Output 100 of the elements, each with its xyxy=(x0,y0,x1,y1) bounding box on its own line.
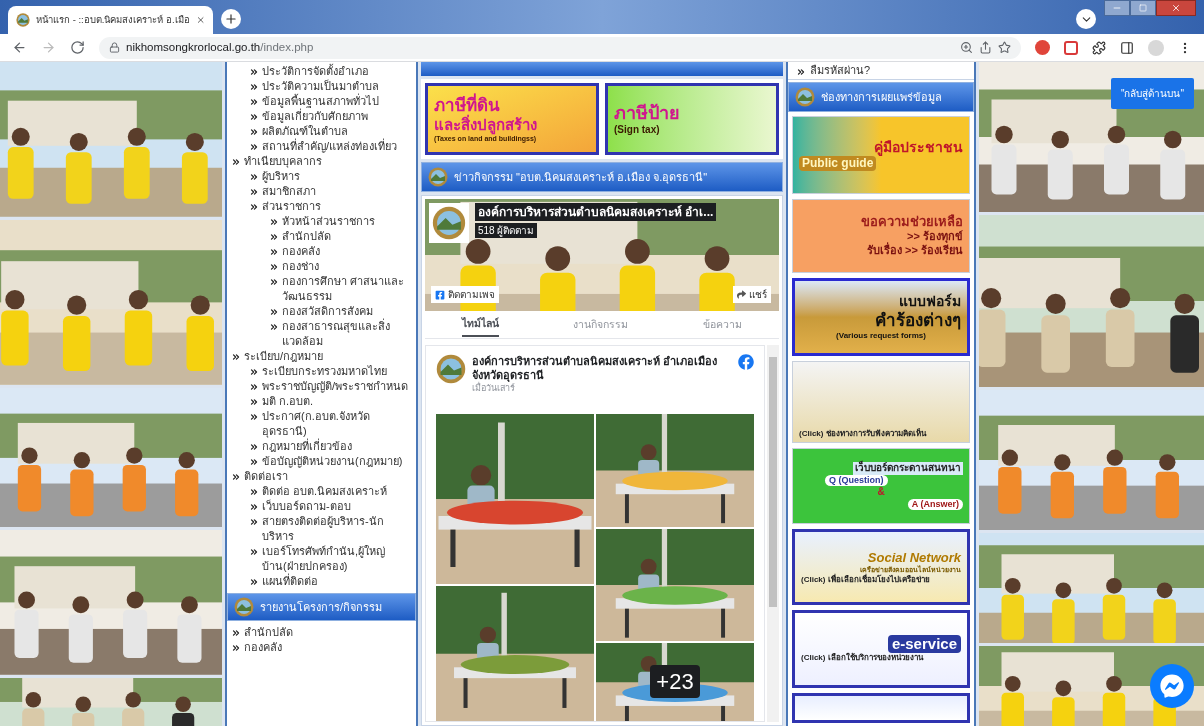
banner-text: Social Network xyxy=(867,549,961,565)
banner-text: ขอความช่วยเหลือ xyxy=(861,214,963,230)
scrollbar[interactable] xyxy=(767,345,779,722)
double-chevron-icon xyxy=(249,442,259,452)
emblem-icon xyxy=(16,13,30,27)
post-time: เมื่อวันเสาร์ xyxy=(472,382,516,395)
side-panel-icon[interactable] xyxy=(1120,40,1134,55)
back-to-top-button[interactable]: "กลับสู่ด้านบน" xyxy=(1110,78,1194,109)
banner-text: Public guide xyxy=(799,156,877,172)
double-chevron-icon xyxy=(796,67,806,77)
follower-count: 518 ผู้ติดตาม xyxy=(475,223,538,238)
banner-link[interactable]: ขอความช่วยเหลือ >> ร้องทุกข์ รับเรื่อง >> ร้องเรียน xyxy=(792,199,970,273)
zoom-icon[interactable] xyxy=(960,41,973,54)
menu-link[interactable]: พระราชบัญญัติ/พระราชกำหนด xyxy=(262,379,409,394)
more-photos-count[interactable]: +23 xyxy=(650,665,700,699)
banner-link[interactable] xyxy=(792,693,970,723)
tab-search-button[interactable] xyxy=(1076,9,1096,29)
page-avatar[interactable] xyxy=(429,203,469,243)
banner-link[interactable]: เว็บบอร์ดกระดานสนทนา Q (Question) & A (Answer) xyxy=(792,448,970,524)
menu-link[interactable]: เว็บบอร์ดถาม-ตอบ xyxy=(262,499,351,514)
double-chevron-icon xyxy=(269,232,279,242)
forgot-password-link[interactable]: ลืมรหัสผ่าน? xyxy=(810,62,871,79)
menu-link[interactable]: สถานที่สำคัญ/แหล่งท่องเที่ยว xyxy=(262,139,398,154)
share-button[interactable]: แชร์ xyxy=(733,286,771,303)
banner-text: (Various request forms) xyxy=(836,331,926,342)
banner-link[interactable]: ภาษีป้าย (Sign tax) xyxy=(605,83,779,155)
menu-link[interactable]: กองคลัง xyxy=(282,244,320,259)
back-icon[interactable] xyxy=(12,40,27,55)
messenger-icon xyxy=(1160,674,1184,698)
menu-link[interactable]: ผลิตภัณฑ์ในตำบล xyxy=(262,124,348,139)
menu-link[interactable]: สมาชิกสภา xyxy=(262,184,316,199)
facebook-tab[interactable]: ไทม์ไลน์ xyxy=(462,311,500,338)
extension-icon[interactable] xyxy=(1064,40,1078,55)
banner-link[interactable]: e-service (Click) เลือกใช้บริการของหน่วยงาน xyxy=(792,610,970,688)
menu-link[interactable]: กองสวัสดิการสังคม xyxy=(282,304,373,319)
menu-link[interactable]: สำนักปลัด xyxy=(244,625,293,640)
menu-link[interactable]: ส่วนราชการ xyxy=(262,199,321,214)
menu-link[interactable]: สำนักปลัด xyxy=(282,229,331,244)
scrollbar-thumb[interactable] xyxy=(769,357,777,607)
menu-link[interactable]: ระเบียบ/กฎหมาย xyxy=(244,349,324,364)
menu-link[interactable]: ติดต่อ อบต.นิคมสงเคราะห์ xyxy=(262,484,388,499)
menu-link[interactable]: ผู้บริหาร xyxy=(262,169,300,184)
double-chevron-icon xyxy=(231,157,241,167)
menu-link[interactable]: กฎหมายที่เกี่ยวข้อง xyxy=(262,439,352,454)
extensions-icon[interactable] xyxy=(1092,40,1106,55)
menu-link[interactable]: มติ ก.อบต. xyxy=(262,394,314,409)
menu-link[interactable]: ระเบียบกระทรวงมหาดไทย xyxy=(262,364,387,379)
banner-text: A (Answer) xyxy=(907,498,963,510)
double-chevron-icon xyxy=(249,97,259,107)
follow-button[interactable]: ติดตามเพจ xyxy=(431,286,499,303)
menu-link[interactable]: กองการศึกษา ศาสนาและวัฒนธรรม xyxy=(282,274,414,304)
panel-title: ข่าวกิจกรรม "อบต.นิคมสงเคราะห์ อ.เมือง จ.อุดรธานี" xyxy=(454,169,708,186)
banner-link[interactable]: คู่มือประชาชน Public guide xyxy=(792,116,970,194)
extension-icon[interactable] xyxy=(1035,40,1050,55)
minimize-button[interactable] xyxy=(1104,0,1130,16)
menu-link[interactable]: หัวหน้าส่วนราชการ xyxy=(282,214,375,229)
double-chevron-icon xyxy=(231,472,241,482)
menu-link[interactable]: กองคลัง xyxy=(244,640,282,655)
share-icon[interactable] xyxy=(979,41,992,54)
menu-link[interactable]: เบอร์โทรศัพท์กำนัน,ผู้ใหญ่บ้าน(ฝ่ายปกครอง) xyxy=(262,544,414,574)
menu-link[interactable]: ทำเนียบบุคลากร xyxy=(244,154,322,169)
address-field[interactable]: nikhomsongkrorlocal.go.th/index.php xyxy=(99,36,1021,59)
page-name[interactable]: องค์การบริหารส่วนตำบลนิคมสงเคราะห์ อำเ... xyxy=(475,203,717,221)
maximize-button[interactable] xyxy=(1130,0,1156,16)
double-chevron-icon xyxy=(249,457,259,467)
double-chevron-icon xyxy=(249,547,259,557)
menu-link[interactable]: ติดต่อเรา xyxy=(244,469,288,484)
menu-link[interactable]: ประวัติความเป็นมาตำบล xyxy=(262,79,379,94)
double-chevron-icon xyxy=(269,247,279,257)
menu-link[interactable]: สายตรงติดต่อผู้บริหาร-นักบริหาร xyxy=(262,514,414,544)
double-chevron-icon xyxy=(249,202,259,212)
menu-link[interactable]: ข้อมูลเกี่ยวกับศักยภาพ xyxy=(262,109,368,124)
close-icon xyxy=(1171,3,1181,13)
banner-text: & xyxy=(877,486,885,499)
browser-tab[interactable]: หน้าแรก - ::อบต.นิคมสงเคราะห์ อ.เมือ xyxy=(8,6,213,34)
double-chevron-icon xyxy=(231,352,241,362)
double-chevron-icon xyxy=(249,577,259,587)
menu-link[interactable]: กองสาธารณสุขและสิ่งแวดล้อม xyxy=(282,319,414,349)
banner-link[interactable]: (Click) ช่องทางการรับฟังความคิดเห็น xyxy=(792,361,970,443)
menu-link[interactable]: ประวัติการจัดตั้งอำเภอ xyxy=(262,64,369,79)
post-author[interactable]: องค์การบริหารส่วนตำบลนิคมสงเคราะห์ อำเภอเมือง จังหวัดอุดรธานี xyxy=(472,354,732,382)
maximize-icon xyxy=(1139,4,1147,12)
reload-icon[interactable] xyxy=(70,40,85,55)
menu-link[interactable]: ข้อบัญญัติหน่วยงาน(กฎหมาย) xyxy=(262,454,403,469)
menu-link[interactable]: กองช่าง xyxy=(282,259,319,274)
double-chevron-icon xyxy=(269,307,279,317)
double-chevron-icon xyxy=(249,487,259,497)
menu-link[interactable]: ประกาศ(ก.อบต.จังหวัดอุดรธานี) xyxy=(262,409,414,439)
banner-link[interactable]: แบบฟอร์ม คำร้องต่างๆ (Various request forms) xyxy=(792,278,970,356)
double-chevron-icon xyxy=(231,628,241,638)
double-chevron-icon xyxy=(249,82,259,92)
bookmark-star-icon[interactable] xyxy=(998,41,1011,54)
menu-link[interactable]: แผนที่ติดต่อ xyxy=(262,574,318,589)
banner-text: ภาษีป้าย xyxy=(614,101,681,124)
banner-text: (Click) เพื่อเลือกเชื่อมโยงไปเครือข่าย xyxy=(801,574,930,585)
close-icon[interactable] xyxy=(195,14,205,26)
banner-text: แบบฟอร์ม xyxy=(899,292,961,311)
menu-link[interactable]: ข้อมูลพื้นฐานสภาพทั่วไป xyxy=(262,94,379,109)
new-tab-button[interactable] xyxy=(221,9,241,29)
panel-title: ช่องทางการเผยแพร่ข้อมูล xyxy=(821,89,942,106)
